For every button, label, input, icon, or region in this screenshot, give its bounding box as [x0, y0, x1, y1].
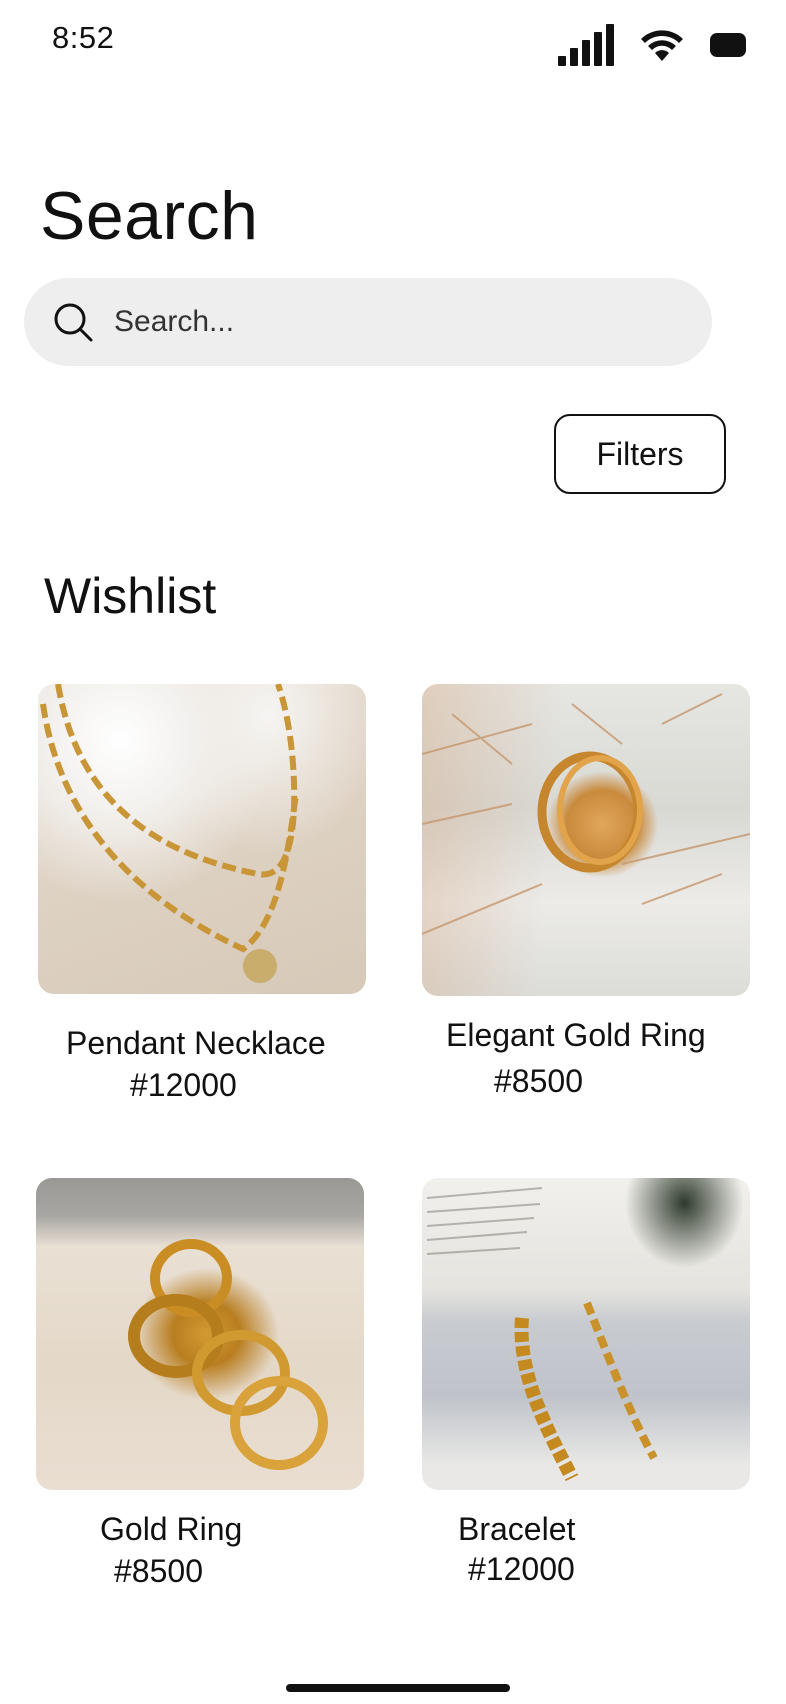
- home-indicator[interactable]: [286, 1684, 510, 1692]
- search-icon: [52, 301, 94, 343]
- product-name: Elegant Gold Ring: [446, 1017, 706, 1053]
- status-time: 8:52: [52, 20, 115, 55]
- page-title: Search: [40, 178, 259, 254]
- product-image-elegant-ring[interactable]: [422, 684, 750, 996]
- product-price: #8500: [494, 1063, 583, 1099]
- product-image-necklace[interactable]: [38, 684, 366, 994]
- product-image-gold-rings[interactable]: [36, 1178, 364, 1490]
- product-name: Gold Ring: [100, 1511, 243, 1547]
- wifi-icon: [638, 27, 686, 63]
- cellular-signal-icon: [558, 24, 614, 66]
- product-name: Bracelet: [458, 1511, 576, 1547]
- filters-button[interactable]: Filters: [554, 414, 726, 494]
- product-name: Pendant Necklace: [66, 1025, 326, 1061]
- product-price: #12000: [468, 1551, 575, 1587]
- product-price: #12000: [130, 1067, 237, 1103]
- wishlist-title: Wishlist: [44, 568, 217, 624]
- product-image-bracelet[interactable]: [422, 1178, 750, 1490]
- product-price: #8500: [114, 1553, 203, 1589]
- search-bar[interactable]: [24, 278, 712, 366]
- battery-icon: [710, 33, 746, 57]
- search-input[interactable]: [112, 304, 636, 340]
- status-icons: [558, 24, 746, 66]
